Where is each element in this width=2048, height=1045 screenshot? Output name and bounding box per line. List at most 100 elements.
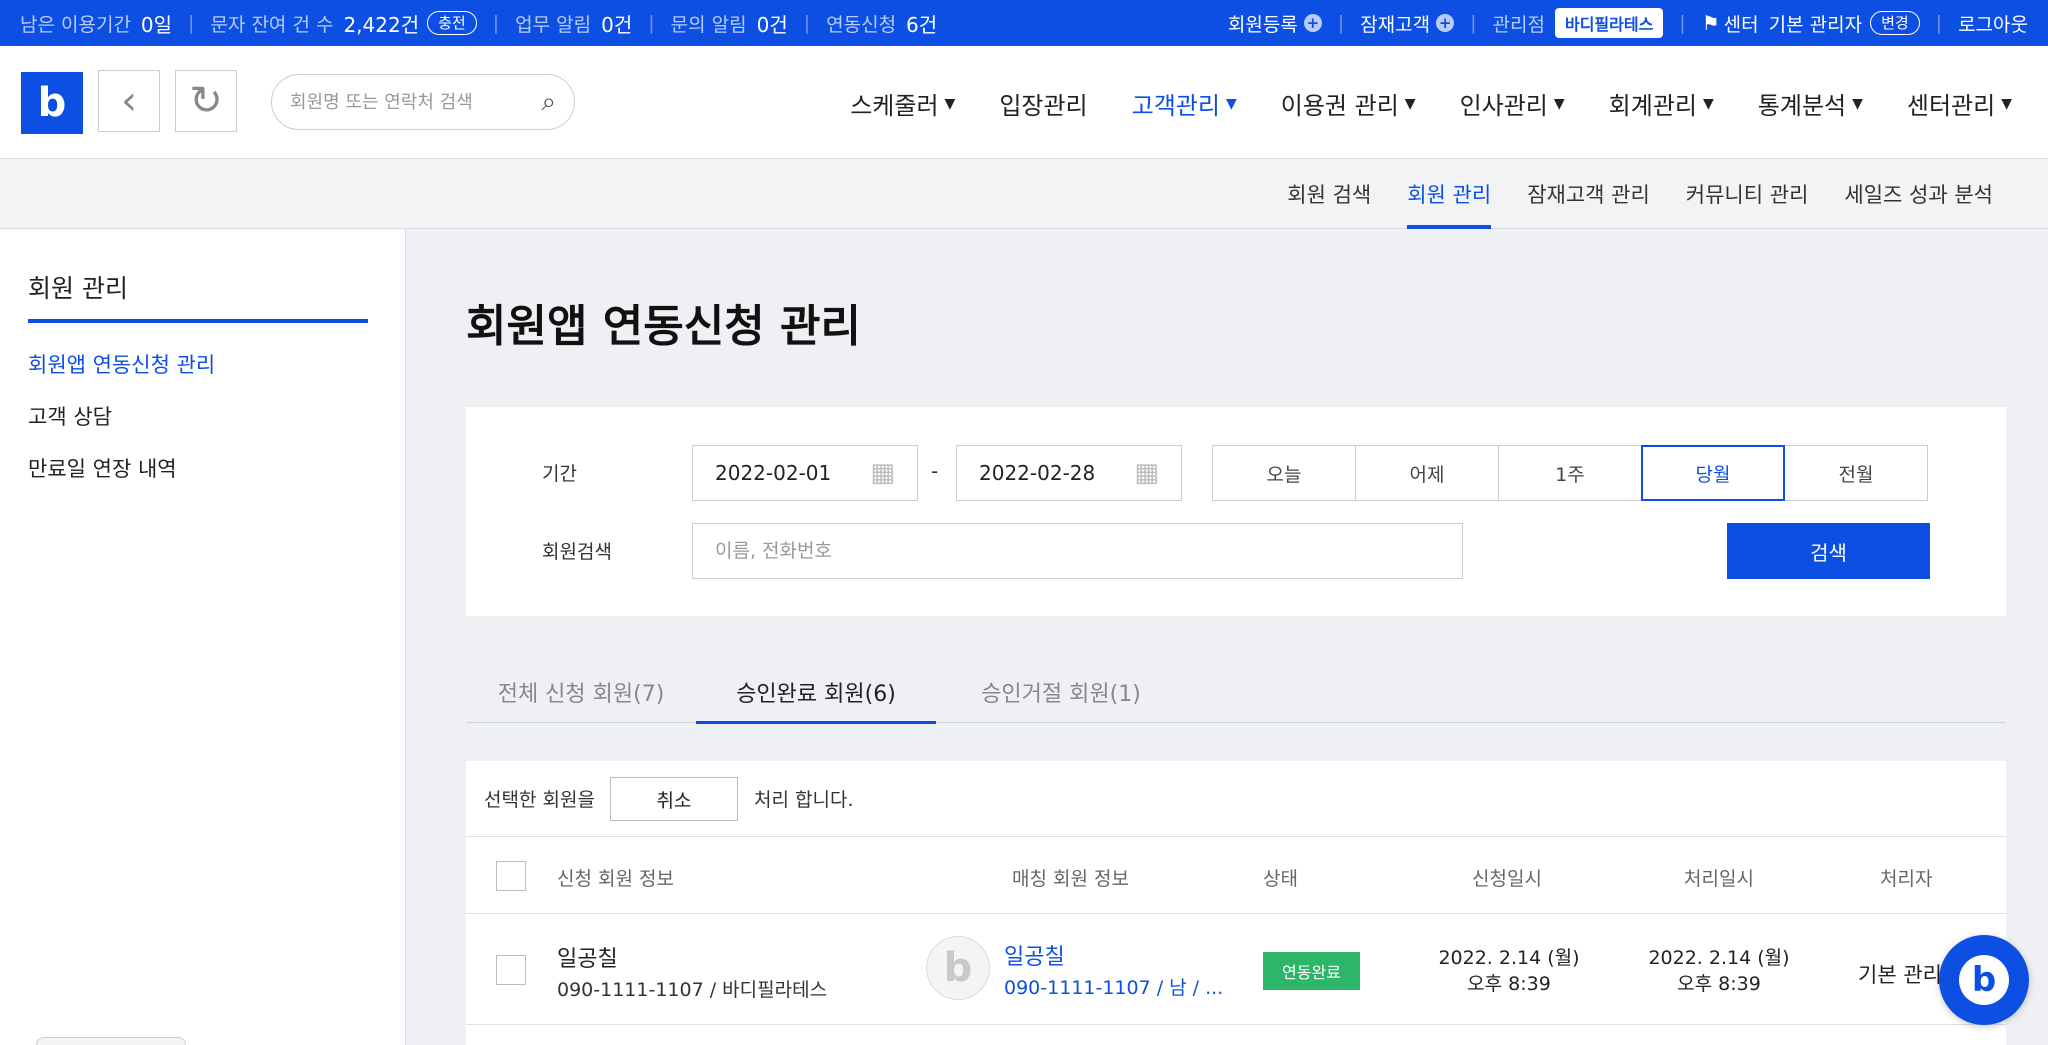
chevron-left-icon: ‹ xyxy=(121,78,137,124)
tab-approved[interactable]: 승인완료 회원(6) xyxy=(696,660,936,724)
sidebar-title: 회원 관리 xyxy=(28,274,128,303)
nav-label: 센터관리 xyxy=(1906,92,1996,120)
requests-table-card: 선택한 회원을 취소 처리 합니다. 신청 회원 정보 매칭 회원 정보 상태 … xyxy=(466,761,2006,1045)
plus-circle-icon[interactable]: + xyxy=(1303,14,1322,32)
process-datetime: 2022. 2.14 (월) 오후 8:39 xyxy=(1634,945,1804,997)
period-yesterday-button[interactable]: 어제 xyxy=(1355,445,1499,501)
inquiry-alert-value[interactable]: 0건 xyxy=(757,9,788,38)
charge-button[interactable]: 충전 xyxy=(427,11,477,35)
sms-balance-label: 문자 잔여 건 수 xyxy=(210,13,334,36)
link-request-value[interactable]: 6건 xyxy=(906,9,937,38)
nav-entry[interactable]: 입장관리 xyxy=(999,86,1087,121)
cancel-selected-button[interactable]: 취소 xyxy=(610,777,738,821)
header-apply-date: 신청일시 xyxy=(1472,868,1542,890)
divider: | xyxy=(648,12,655,34)
sidebar: 회원 관리 회원앱 연동신청 관리 고객 상담 만료일 연장 내역 xyxy=(0,229,406,1045)
sidebar-item-app-link-requests[interactable]: 회원앱 연동신청 관리 xyxy=(28,349,215,379)
apply-datetime: 2022. 2.14 (월) 오후 8:39 xyxy=(1424,945,1594,997)
status-badge: 연동완료 xyxy=(1263,952,1360,990)
member-quick-search[interactable]: ⌕ xyxy=(271,74,575,130)
period-label: 기간 xyxy=(542,463,577,485)
task-alert-value[interactable]: 0건 xyxy=(601,9,632,38)
tab-rejected[interactable]: 승인거절 회원(1) xyxy=(936,660,1186,723)
quick-search-input[interactable] xyxy=(290,91,530,113)
branch-label: 관리점 xyxy=(1492,13,1545,36)
sidebar-item-consultation[interactable]: 고객 상담 xyxy=(28,401,112,431)
process-time: 오후 8:39 xyxy=(1677,973,1761,995)
plus-circle-icon[interactable]: + xyxy=(1436,14,1455,32)
period-week-button[interactable]: 1주 xyxy=(1498,445,1642,501)
divider: | xyxy=(188,12,195,34)
nav-hr[interactable]: 인사관리 ▼ xyxy=(1460,86,1565,121)
refresh-button[interactable]: ↻ xyxy=(175,70,237,132)
applicant-detail: 090-1111-1107 / 바디필라테스 xyxy=(557,979,828,1001)
status-tabs: 전체 신청 회원(7) 승인완료 회원(6) 승인거절 회원(1) xyxy=(466,660,2006,724)
admin-name: 기본 관리자 xyxy=(1768,13,1863,36)
row-checkbox[interactable] xyxy=(496,955,526,985)
link-request-label[interactable]: 연동신청 xyxy=(826,10,896,37)
nav-pass[interactable]: 이용권 관리 ▼ xyxy=(1281,86,1416,121)
top-info-bar: 남은 이용기간 0일 | 문자 잔여 건 수 2,422건 충전 | 업무 알림… xyxy=(0,0,2048,46)
nav-scheduler[interactable]: 스케줄러 ▼ xyxy=(850,86,955,121)
calendar-icon[interactable]: ▦ xyxy=(870,458,895,488)
select-all-checkbox[interactable] xyxy=(496,861,526,891)
bulk-action-row: 선택한 회원을 취소 처리 합니다. xyxy=(466,761,2006,837)
chevron-down-icon: ▼ xyxy=(1225,95,1237,112)
tab-all-requests[interactable]: 전체 신청 회원(7) xyxy=(466,660,696,723)
center-label: 센터 xyxy=(1723,13,1759,36)
period-quick-select: 오늘 어제 1주 당월 전월 xyxy=(1212,445,1928,501)
end-date-field[interactable]: 2022-02-28 ▦ xyxy=(956,445,1182,501)
chevron-down-icon: ▼ xyxy=(1553,95,1565,112)
chevron-down-icon: ▼ xyxy=(1703,95,1714,112)
app-logo[interactable]: b xyxy=(21,72,83,134)
task-alert-label[interactable]: 업무 알림 xyxy=(515,10,591,37)
nav-accounting[interactable]: 회계관리 ▼ xyxy=(1609,86,1714,121)
date-range-dash: - xyxy=(931,459,939,483)
search-icon[interactable]: ⌕ xyxy=(541,87,556,118)
back-button[interactable]: ‹ xyxy=(98,70,160,132)
bulk-action-suffix: 처리 합니다. xyxy=(754,789,854,811)
header-matched-info: 매칭 회원 정보 xyxy=(1012,868,1129,890)
prospect-link[interactable]: 잠재고객 xyxy=(1360,10,1430,37)
member-register-link[interactable]: 회원등록 xyxy=(1228,10,1298,37)
chevron-down-icon: ▼ xyxy=(1404,95,1416,112)
chevron-down-icon: ▼ xyxy=(1852,95,1863,112)
subnav-member-manage[interactable]: 회원 관리 xyxy=(1407,159,1491,229)
change-admin-button[interactable]: 변경 xyxy=(1870,11,1920,35)
inquiry-alert-label[interactable]: 문의 알림 xyxy=(671,10,747,37)
branch-selector[interactable]: 바디필라테스 xyxy=(1554,8,1664,38)
subnav-prospect-manage[interactable]: 잠재고객 관리 xyxy=(1527,159,1650,229)
header-status: 상태 xyxy=(1263,868,1298,890)
period-today-button[interactable]: 오늘 xyxy=(1212,445,1356,501)
nav-stats[interactable]: 통계분석 ▼ xyxy=(1758,86,1863,121)
search-button[interactable]: 검색 xyxy=(1727,523,1930,579)
apply-time: 오후 8:39 xyxy=(1467,973,1551,995)
nav-label: 스케줄러 xyxy=(850,92,939,120)
sidebar-item-expiry-extension[interactable]: 만료일 연장 내역 xyxy=(28,453,177,483)
nav-label: 회계관리 xyxy=(1608,92,1697,120)
chat-support-button[interactable]: b xyxy=(1939,935,2029,1025)
sidebar-title-underline xyxy=(28,319,368,323)
start-date-value: 2022-02-01 xyxy=(715,461,832,485)
divider: | xyxy=(492,12,500,34)
process-date: 2022. 2.14 (월) xyxy=(1648,947,1790,969)
page-title: 회원앱 연동신청 관리 xyxy=(466,301,861,352)
member-search-input[interactable] xyxy=(715,540,1415,562)
nav-customer[interactable]: 고객관리 ▼ xyxy=(1132,86,1237,121)
remaining-period-value: 0일 xyxy=(140,12,173,37)
scroll-handle[interactable] xyxy=(36,1037,186,1045)
period-last-month-button[interactable]: 전월 xyxy=(1784,445,1928,501)
nav-center[interactable]: 센터관리 ▼ xyxy=(1907,86,2012,121)
period-this-month-button[interactable]: 당월 xyxy=(1641,445,1785,501)
subnav-community-manage[interactable]: 커뮤니티 관리 xyxy=(1686,159,1809,229)
subnav-sales-analysis[interactable]: 세일즈 성과 분석 xyxy=(1844,159,1993,229)
logout-link[interactable]: 로그아웃 xyxy=(1958,10,2028,37)
matched-member-name-link[interactable]: 일공칠 xyxy=(1004,939,1065,971)
apply-date: 2022. 2.14 (월) xyxy=(1438,947,1580,969)
calendar-icon[interactable]: ▦ xyxy=(1134,458,1159,488)
member-search-field[interactable] xyxy=(692,523,1463,579)
table-row[interactable]: 일공칠 090-1111-1107 / 바디필라테스 b 일공칠 090-111… xyxy=(466,915,2006,1025)
start-date-field[interactable]: 2022-02-01 ▦ xyxy=(692,445,918,501)
matched-member-detail-link[interactable]: 090-1111-1107 / 남 / ... xyxy=(1004,973,1223,1000)
subnav-member-search[interactable]: 회원 검색 xyxy=(1287,159,1371,229)
